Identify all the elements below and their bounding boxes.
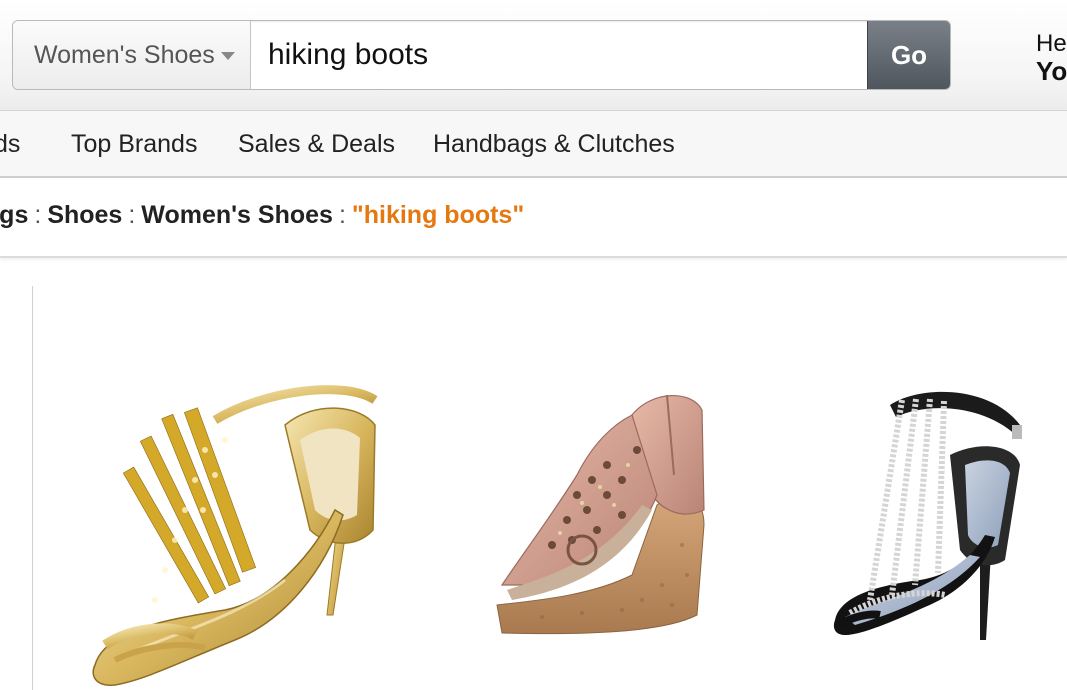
breadcrumb: bags:Shoes:Women's Shoes:"hiking boots": [0, 178, 1067, 258]
breadcrumb-separator: :: [34, 201, 42, 229]
breadcrumb-item-bags[interactable]: bags: [0, 201, 28, 229]
department-dropdown[interactable]: Women's Shoes: [13, 21, 251, 89]
breadcrumb-separator: :: [128, 201, 136, 229]
product-image-gold-sandal[interactable]: [85, 380, 385, 690]
category-nav: ds Top Brands Sales & Deals Handbags & C…: [0, 111, 1067, 178]
nav-item-handbags-clutches[interactable]: Handbags & Clutches: [433, 130, 675, 159]
go-button[interactable]: Go: [867, 21, 950, 89]
account-greeting[interactable]: He: [1036, 30, 1067, 58]
product-image-cork-wedge[interactable]: [482, 385, 712, 640]
breadcrumb-item-shoes[interactable]: Shoes: [47, 201, 122, 229]
breadcrumb-item-womens-shoes[interactable]: Women's Shoes: [141, 201, 333, 229]
search-input[interactable]: [252, 21, 867, 89]
department-label: Women's Shoes: [34, 40, 215, 69]
nav-item-top-brands[interactable]: Top Brands: [71, 130, 197, 159]
caret-down-icon: [221, 52, 235, 60]
account-link[interactable]: Yo: [1036, 56, 1067, 87]
breadcrumb-line: bags:Shoes:Women's Shoes:"hiking boots": [0, 201, 524, 230]
product-image-black-sandal[interactable]: [830, 385, 1030, 640]
nav-item-brands[interactable]: ds: [0, 130, 20, 159]
breadcrumb-separator: :: [338, 201, 346, 229]
site-header: Women's Shoes Go He Yo: [0, 0, 1067, 111]
breadcrumb-current-query: "hiking boots": [351, 201, 525, 229]
search-bar: Women's Shoes Go: [12, 20, 951, 90]
sidebar-divider: [32, 286, 33, 690]
nav-item-sales-deals[interactable]: Sales & Deals: [238, 130, 395, 159]
